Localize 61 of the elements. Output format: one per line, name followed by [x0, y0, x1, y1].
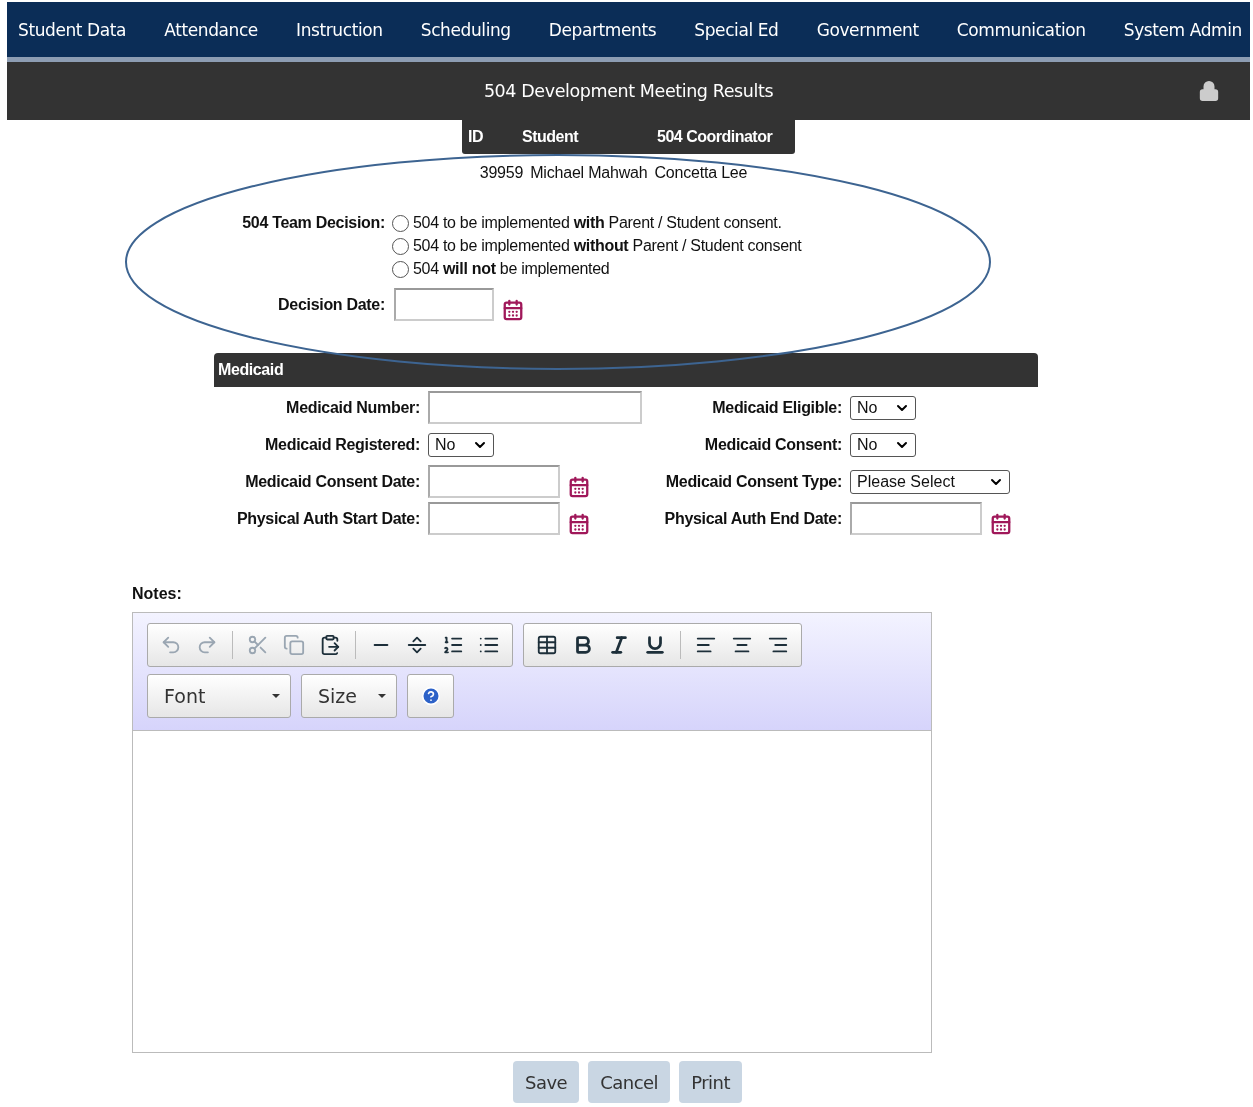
date-field[interactable]: [394, 288, 494, 321]
date-field[interactable]: [428, 502, 560, 535]
field-label: Medicaid Number:: [285, 398, 420, 417]
section-title: Medicaid: [218, 361, 284, 379]
nav-link[interactable]: Scheduling: [420, 19, 511, 40]
column-header: Student: [522, 128, 580, 146]
calendar-icon[interactable]: [990, 513, 1012, 535]
numbered-list-icon[interactable]: [442, 634, 464, 656]
paste-icon[interactable]: [319, 634, 341, 656]
nav-link[interactable]: Government: [816, 19, 919, 40]
dropdown[interactable]: No: [850, 432, 916, 457]
field-label: Medicaid Registered:: [264, 435, 420, 454]
nav-link[interactable]: Special Ed: [694, 19, 779, 40]
column-header: 504 Coordinator: [657, 128, 774, 146]
calendar-icon[interactable]: [568, 476, 590, 498]
action-button[interactable]: Cancel: [588, 1061, 671, 1103]
column-header: ID: [468, 128, 484, 146]
field-label: 504 Team Decision:: [241, 214, 385, 232]
text-field[interactable]: [428, 391, 642, 424]
dropdown[interactable]: Font: [147, 674, 291, 718]
date-field[interactable]: [428, 465, 560, 498]
field-label: Physical Auth End Date:: [663, 509, 842, 528]
field-label: Decision Date:: [277, 295, 385, 314]
help-icon: [420, 686, 441, 706]
field-label: Medicaid Consent Type:: [664, 472, 842, 491]
dropdown[interactable]: Size: [301, 674, 397, 718]
dropdown[interactable]: Please Select: [850, 469, 1010, 494]
nav-link[interactable]: Departments: [548, 19, 657, 40]
calendar-icon[interactable]: [502, 299, 524, 321]
underline-icon[interactable]: [644, 634, 666, 656]
calendar-icon[interactable]: [568, 513, 590, 535]
option-label: 504 to be implemented with Parent / Student consent.: [413, 214, 782, 232]
nav-link[interactable]: Attendance: [164, 19, 258, 40]
radio-button[interactable]: [392, 260, 409, 278]
action-button[interactable]: Save: [512, 1061, 580, 1103]
page-title: 504 Development Meeting Results: [483, 81, 774, 101]
nav-link[interactable]: System Admin: [1123, 19, 1242, 40]
table-cell: 39959: [479, 164, 524, 182]
field-label: Medicaid Consent Date:: [244, 472, 420, 491]
field-label: Physical Auth Start Date:: [235, 509, 420, 528]
table-cell: Concetta Lee: [654, 164, 748, 182]
nav-link[interactable]: Communication: [956, 19, 1086, 40]
field-label: Medicaid Eligible:: [711, 398, 842, 417]
page-break-icon[interactable]: [406, 634, 428, 656]
dropdown[interactable]: No: [850, 395, 916, 420]
date-field[interactable]: [850, 502, 982, 535]
option-label: 504 will not be implemented: [413, 260, 610, 278]
radio-button[interactable]: [392, 214, 409, 232]
nav-link[interactable]: Instruction: [296, 19, 383, 40]
italic-icon[interactable]: [608, 634, 630, 656]
radio-button[interactable]: [392, 237, 409, 255]
notes-label: Notes:: [132, 585, 183, 603]
field-label: Medicaid Consent:: [703, 435, 842, 454]
table-cell: Michael Mahwah: [530, 164, 648, 182]
table-icon[interactable]: [536, 634, 558, 656]
option-label: 504 to be implemented without Parent / Student consent: [413, 237, 802, 255]
dropdown[interactable]: No: [428, 432, 494, 457]
help-button[interactable]: [407, 674, 454, 718]
lock-icon: [1198, 80, 1220, 102]
action-button[interactable]: Print: [679, 1061, 743, 1103]
nav-link[interactable]: Student Data: [18, 19, 127, 40]
